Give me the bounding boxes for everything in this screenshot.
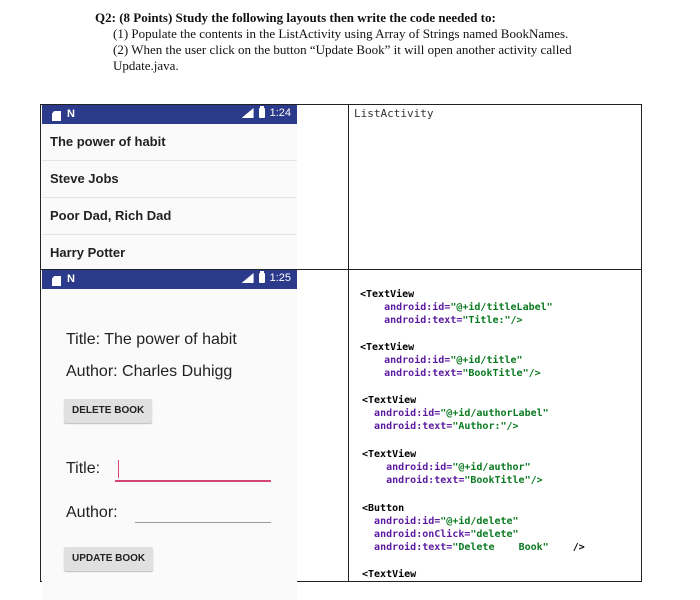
- list-activity-label: ListActivity: [354, 107, 434, 120]
- status-time: 1:25: [269, 272, 291, 284]
- code-attr: android:id=: [374, 516, 441, 527]
- notification-n-icon: N: [67, 273, 75, 285]
- code-attr: android:onClick=: [374, 529, 471, 540]
- code-block-title: <TextView android:id="@+id/title" androi…: [360, 341, 541, 380]
- code-value: "@+id/titleLabel": [450, 302, 553, 313]
- list-item[interactable]: Steve Jobs: [42, 161, 297, 198]
- code-attr: android:id=: [384, 302, 451, 313]
- code-value: "Delete: [452, 542, 495, 553]
- question-line-2: (2) When the user click on the button “U…: [113, 42, 572, 57]
- code-tag: <TextView: [362, 449, 417, 460]
- signal-icon: LTE: [241, 108, 254, 118]
- code-attr: android:text=: [384, 368, 463, 379]
- code-block-delete-button: <Button android:id="@+id/delete" android…: [362, 502, 585, 554]
- update-book-button[interactable]: UPDATE BOOK: [64, 547, 154, 571]
- code-value: "@+id/authorLabel": [440, 408, 549, 419]
- question-block: Q2: (8 Points) Study the following layou…: [95, 10, 572, 74]
- code-value: "BookTitle"/>: [464, 475, 543, 486]
- code-attr: android:id=: [374, 408, 441, 419]
- title-input[interactable]: [115, 480, 271, 482]
- code-block-author-label: <TextView android:id="@+id/authorLabel" …: [362, 394, 549, 433]
- update-form: Title: The power of habit Author: Charle…: [42, 289, 297, 600]
- code-attr: android:text=: [374, 421, 453, 432]
- book-author-text: Author: Charles Duhigg: [66, 363, 233, 380]
- code-attr: android:text=: [384, 315, 463, 326]
- code-value: "delete": [470, 529, 519, 540]
- question-line-3: Update.java.: [113, 58, 179, 73]
- status-bar: N LTE 1:24: [42, 105, 297, 124]
- signal-icon: LTE: [241, 273, 254, 283]
- code-attr: android:text=: [374, 542, 453, 553]
- code-block-author: <TextView android:id="@+id/author" andro…: [362, 448, 543, 487]
- code-tag: <TextView: [362, 395, 417, 406]
- code-block-textview: <TextView: [362, 568, 416, 581]
- book-title-text: Title: The power of habit: [66, 331, 237, 348]
- question-title: Q2: (8 Points) Study the following layou…: [95, 10, 496, 25]
- code-value: "@+id/delete": [440, 516, 519, 527]
- code-attr: android:text=: [386, 475, 465, 486]
- book-list: The power of habit Steve Jobs Poor Dad, …: [42, 124, 297, 271]
- code-value: "Author:"/>: [452, 421, 519, 432]
- code-tag: <TextView: [362, 569, 417, 580]
- code-block-title-label: <TextView android:id="@+id/titleLabel" a…: [360, 288, 553, 327]
- code-value: "@+id/author": [452, 462, 531, 473]
- code-attr: android:id=: [384, 355, 451, 366]
- question-line-1: (1) Populate the contents in the ListAct…: [113, 26, 569, 41]
- author-label: Author:: [66, 504, 118, 521]
- table-divider-vertical: [348, 104, 349, 582]
- code-value: "BookTitle"/>: [462, 368, 541, 379]
- status-bar: N LTE 1:25: [42, 270, 297, 289]
- battery-icon: [258, 106, 265, 118]
- sim-card-icon: [52, 111, 61, 121]
- delete-book-button[interactable]: DELETE BOOK: [64, 399, 153, 423]
- battery-icon: [258, 271, 265, 283]
- code-attr: android:id=: [386, 462, 453, 473]
- code-tag: <TextView: [360, 342, 415, 353]
- notification-n-icon: N: [67, 108, 75, 120]
- list-item[interactable]: Harry Potter: [42, 235, 297, 271]
- list-item[interactable]: Poor Dad, Rich Dad: [42, 198, 297, 235]
- sim-card-icon: [52, 276, 61, 286]
- status-time: 1:24: [269, 107, 291, 119]
- code-tag-end: />: [572, 542, 585, 553]
- code-value: Book": [518, 542, 549, 553]
- code-tag: <TextView: [360, 289, 415, 300]
- code-value: "Title:"/>: [462, 315, 523, 326]
- author-input[interactable]: [135, 522, 271, 523]
- list-item[interactable]: The power of habit: [42, 124, 297, 161]
- phone-screen-update: N LTE 1:25 Title: The power of habit Aut…: [42, 270, 297, 600]
- title-label: Title:: [66, 460, 101, 477]
- code-tag: <Button: [362, 503, 405, 514]
- text-cursor: [118, 460, 119, 478]
- phone-screen-list: N LTE 1:24 The power of habit Steve Jobs…: [42, 105, 297, 269]
- code-value: "@+id/title": [450, 355, 523, 366]
